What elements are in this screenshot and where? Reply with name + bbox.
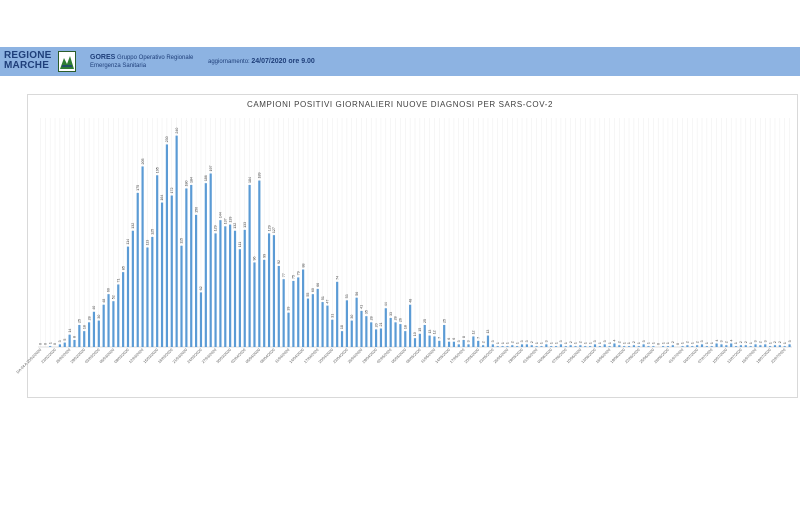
- header-bar: REGIONE MARCHE GORES Gruppo Operativo Re…: [0, 47, 800, 76]
- org-info: GORES Gruppo Operativo Regionale Emergen…: [90, 54, 193, 70]
- org-name: GORES: [90, 54, 116, 61]
- chart-area: [27, 94, 798, 398]
- logo-text: REGIONE MARCHE: [4, 51, 52, 71]
- emblem-icon: [58, 51, 76, 72]
- update-value: 24/07/2020 ore 9.00: [251, 58, 315, 65]
- update-info: aggiornamento: 24/07/2020 ore 9.00: [208, 58, 315, 65]
- org-desc-2: Emergenza Sanitaria: [90, 63, 147, 69]
- org-desc-1: Gruppo Operativo Regionale: [116, 55, 194, 61]
- logo-line2: MARCHE: [4, 60, 50, 71]
- chart-title: CAMPIONI POSITIVI GIORNALIERI NUOVE DIAG…: [246, 100, 554, 109]
- update-label: aggiornamento:: [208, 59, 250, 65]
- regione-marche-logo: REGIONE MARCHE: [4, 50, 78, 73]
